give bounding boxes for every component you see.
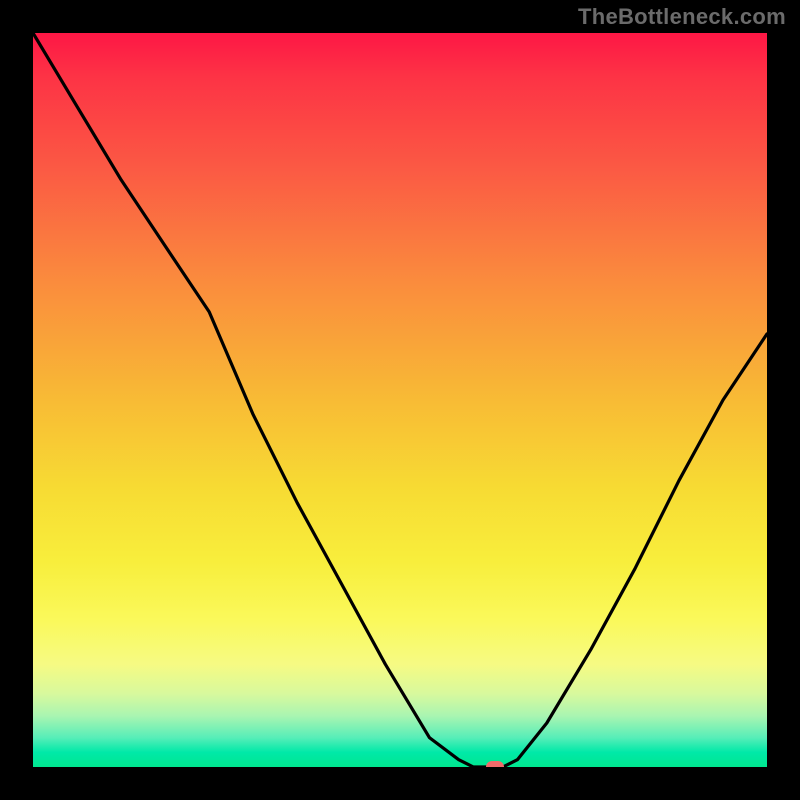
plot-area bbox=[33, 33, 767, 767]
bottleneck-curve bbox=[33, 33, 767, 767]
chart-frame: TheBottleneck.com bbox=[0, 0, 800, 800]
watermark-text: TheBottleneck.com bbox=[578, 4, 786, 30]
optimal-point-marker bbox=[486, 761, 504, 767]
